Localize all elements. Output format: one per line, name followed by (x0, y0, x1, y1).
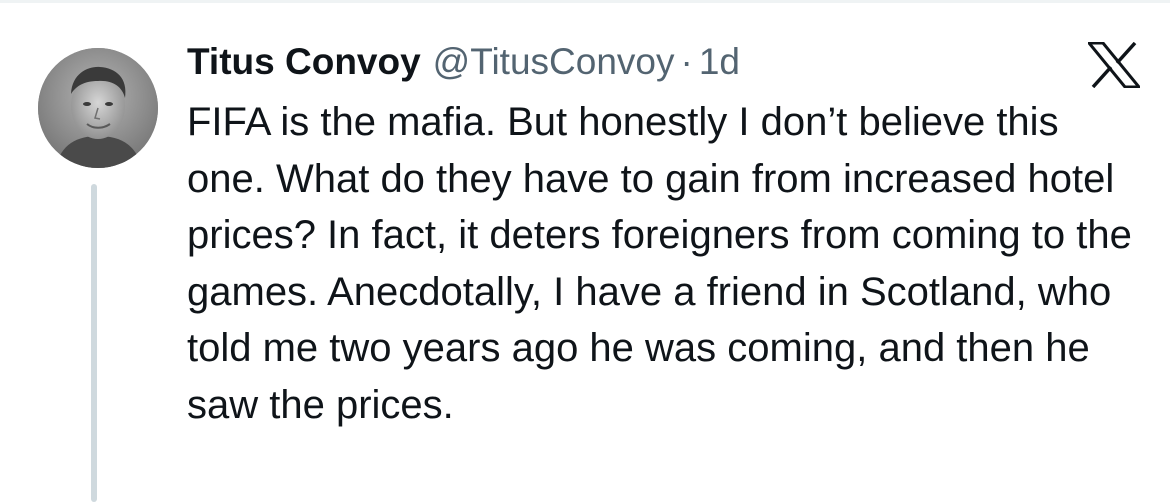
tweet-text: FIFA is the mafia. But honestly I don’t … (187, 100, 1132, 427)
avatar[interactable] (38, 48, 158, 168)
tweet-header: Titus Convoy @TitusConvoy · 1d (187, 38, 740, 86)
author-display-name[interactable]: Titus Convoy (187, 38, 421, 86)
separator-dot: · (680, 41, 693, 82)
tweet-card[interactable]: Titus Convoy @TitusConvoy · 1d FIFA is t… (0, 0, 1170, 502)
thread-line (91, 184, 97, 502)
x-logo-icon (1088, 42, 1140, 88)
avatar-photo (38, 48, 158, 168)
author-handle[interactable]: @TitusConvoy (433, 38, 675, 86)
timestamp[interactable]: 1d (699, 38, 740, 86)
